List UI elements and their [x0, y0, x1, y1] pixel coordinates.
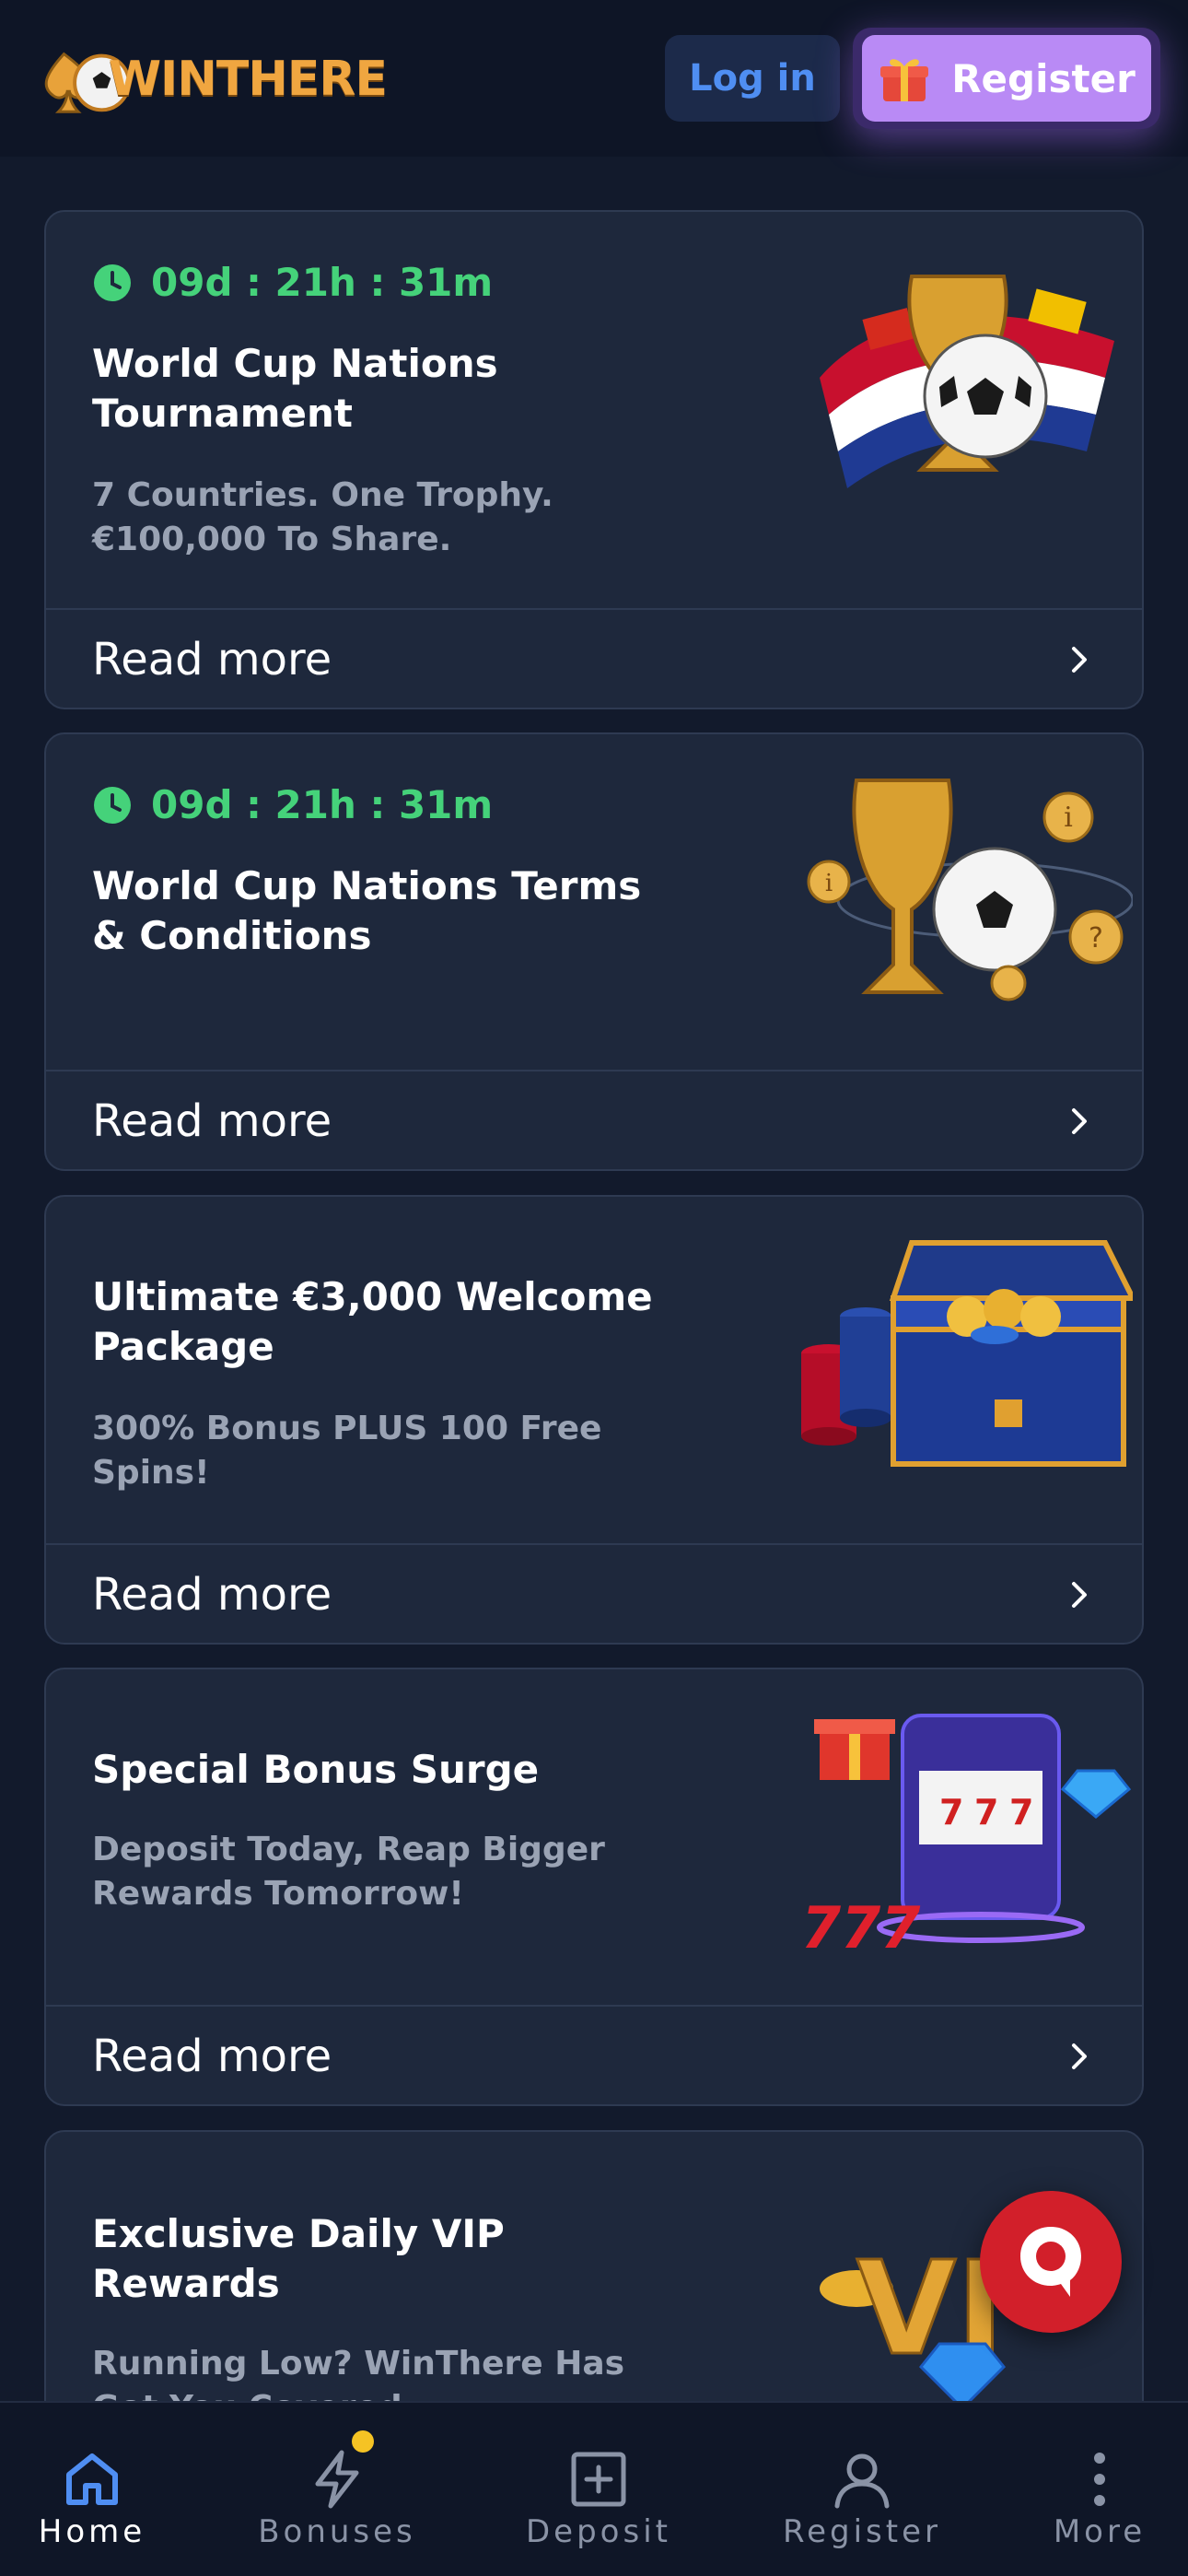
promo-card[interactable]: Ultimate €3,000 Welcome Package 300% Bon…: [44, 1195, 1144, 1645]
read-more-label: Read more: [92, 1095, 332, 1147]
promo-description: 7 Countries. One Trophy. €100,000 To Sha…: [92, 476, 553, 558]
nav-label: More: [1053, 2513, 1147, 2550]
register-button-frame: Register: [853, 28, 1160, 129]
nav-label: Home: [38, 2513, 146, 2550]
svg-text:7: 7: [939, 1792, 963, 1832]
promo-title: World Cup Nations Tournament: [92, 341, 498, 436]
notification-badge: [352, 2430, 374, 2453]
clock-icon: [94, 263, 131, 301]
register-button-label: Register: [951, 55, 1136, 101]
plus-square-icon: [571, 2452, 626, 2507]
read-more-link[interactable]: Read more: [46, 1543, 1142, 1643]
promo-title: World Cup Nations Terms & Conditions: [92, 863, 642, 958]
svg-text:7: 7: [1009, 1792, 1033, 1832]
clock-icon: [94, 786, 131, 824]
gift-icon: [880, 59, 929, 101]
svg-text:7: 7: [974, 1792, 998, 1832]
timer-text: 09d : 21h : 31m: [151, 260, 494, 305]
bottom-navigation: Home Bonuses Deposit Register More: [0, 2401, 1188, 2576]
read-more-link[interactable]: Read more: [46, 1070, 1142, 1169]
promo-title: Ultimate €3,000 Welcome Package: [92, 1274, 653, 1369]
more-vertical-icon: [1094, 2453, 1105, 2506]
read-more-label: Read more: [92, 634, 332, 685]
read-more-label: Read more: [92, 2031, 332, 2082]
svg-text:777: 777: [801, 1894, 921, 1961]
user-icon: [834, 2453, 890, 2509]
live-chat-button[interactable]: [980, 2191, 1122, 2333]
nav-label: Deposit: [526, 2513, 671, 2550]
treasure-chest-chips-art: [801, 1240, 1133, 1467]
promo-title: Special Bonus Surge: [92, 1747, 540, 1792]
promo-card[interactable]: Special Bonus Surge Deposit Today, Reap …: [44, 1668, 1144, 2106]
logo-text: WINTHERE: [108, 52, 388, 107]
winthere-logo[interactable]: WINTHERE: [37, 35, 388, 123]
promo-card[interactable]: 09d : 21h : 31m World Cup Nations Terms …: [44, 732, 1144, 1171]
chevron-right-icon: [1072, 2043, 1087, 2069]
countdown-timer: 09d : 21h : 31m: [92, 260, 493, 305]
read-more-label: Read more: [92, 1569, 332, 1621]
nav-bonuses[interactable]: Bonuses: [236, 2403, 438, 2576]
chat-bubble-icon: [1020, 2227, 1081, 2297]
read-more-link[interactable]: Read more: [46, 2005, 1142, 2104]
promo-description: Deposit Today, Reap Bigger Rewards Tomor…: [92, 1831, 605, 1913]
promo-card[interactable]: 09d : 21h : 31m World Cup Nations Tourna…: [44, 210, 1144, 709]
home-icon: [66, 2453, 118, 2505]
svg-text:i: i: [1064, 802, 1073, 834]
nav-home[interactable]: Home: [0, 2403, 193, 2576]
slot-machine-777-art: 7 7 7 777: [801, 1714, 1132, 1961]
countdown-timer: 09d : 21h : 31m: [92, 782, 493, 827]
svg-text:i: i: [825, 870, 833, 897]
trophy-info-coins-art: i i ?: [807, 779, 1133, 1001]
svg-text:?: ?: [1089, 922, 1103, 954]
promo-title: Exclusive Daily VIP Rewards: [92, 2211, 505, 2306]
chevron-right-icon: [1072, 1108, 1087, 1134]
timer-text: 09d : 21h : 31m: [151, 782, 494, 827]
read-more-link[interactable]: Read more: [46, 608, 1142, 708]
register-button[interactable]: Register: [862, 35, 1151, 122]
trophy-flags-art: [820, 275, 1114, 488]
nav-register[interactable]: Register: [761, 2403, 963, 2576]
lightning-icon: [315, 2450, 359, 2509]
nav-label: Register: [783, 2513, 941, 2550]
chevron-right-icon: [1072, 647, 1087, 673]
nav-deposit[interactable]: Deposit: [497, 2403, 700, 2576]
login-button[interactable]: Log in: [665, 35, 840, 122]
top-header: WINTHERE Log in Register: [0, 0, 1188, 157]
chevron-right-icon: [1072, 1582, 1087, 1608]
promo-description: 300% Bonus PLUS 100 Free Spins!: [92, 1410, 602, 1492]
nav-more[interactable]: More: [998, 2403, 1188, 2576]
nav-label: Bonuses: [258, 2513, 416, 2550]
